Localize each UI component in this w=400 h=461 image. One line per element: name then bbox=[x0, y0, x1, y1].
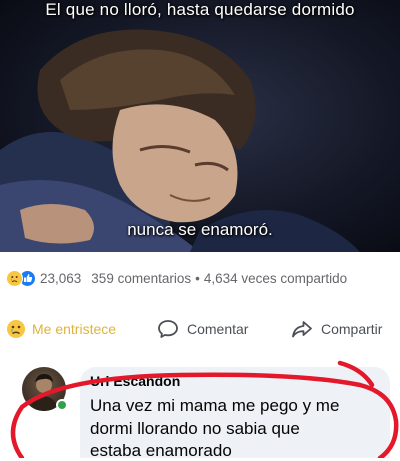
meme-caption-top: El que no lloró, hasta quedarse dormido bbox=[45, 0, 355, 19]
comment-button[interactable]: Comentar bbox=[157, 319, 248, 339]
reactions-summary: 23,063 359 comentarios • 4,634 veces com… bbox=[0, 262, 400, 294]
comment-item: Uri Escandon Una vez mi mama me pego y m… bbox=[0, 355, 400, 460]
comment-bubble-icon bbox=[157, 319, 179, 339]
meme-caption-bottom: nunca se enamoró. bbox=[127, 220, 273, 239]
post-action-bar: Me entristece Comentar Compartir bbox=[0, 312, 400, 346]
separator-dot: • bbox=[195, 270, 200, 286]
sleeping-boy-illustration bbox=[0, 29, 360, 252]
comment-text-line: Una vez mi mama me pego y me bbox=[90, 396, 340, 415]
sad-reaction-button[interactable]: Me entristece bbox=[6, 319, 116, 339]
comment-text-line: dormi llorando no sabia que bbox=[90, 419, 300, 438]
share-label: Compartir bbox=[321, 321, 383, 337]
reaction-count[interactable]: 23,063 bbox=[40, 271, 81, 286]
online-status-indicator bbox=[56, 399, 68, 411]
comment-text-line: estaba enamorado bbox=[90, 441, 232, 460]
share-count[interactable]: 4,634 veces compartido bbox=[204, 271, 347, 286]
share-arrow-icon bbox=[291, 319, 313, 339]
share-button[interactable]: Compartir bbox=[291, 319, 382, 339]
reaction-icons[interactable] bbox=[6, 269, 36, 287]
comment-count[interactable]: 359 comentarios bbox=[91, 271, 191, 286]
comment-author-name[interactable]: Uri Escandon bbox=[90, 373, 180, 389]
sad-face-icon bbox=[6, 319, 26, 339]
comment-label: Comentar bbox=[187, 321, 249, 337]
meme-image[interactable]: El que no lloró, hasta quedarse dormido … bbox=[0, 0, 400, 252]
sad-reaction-icon bbox=[6, 269, 23, 287]
sad-reaction-label: Me entristece bbox=[32, 321, 117, 337]
